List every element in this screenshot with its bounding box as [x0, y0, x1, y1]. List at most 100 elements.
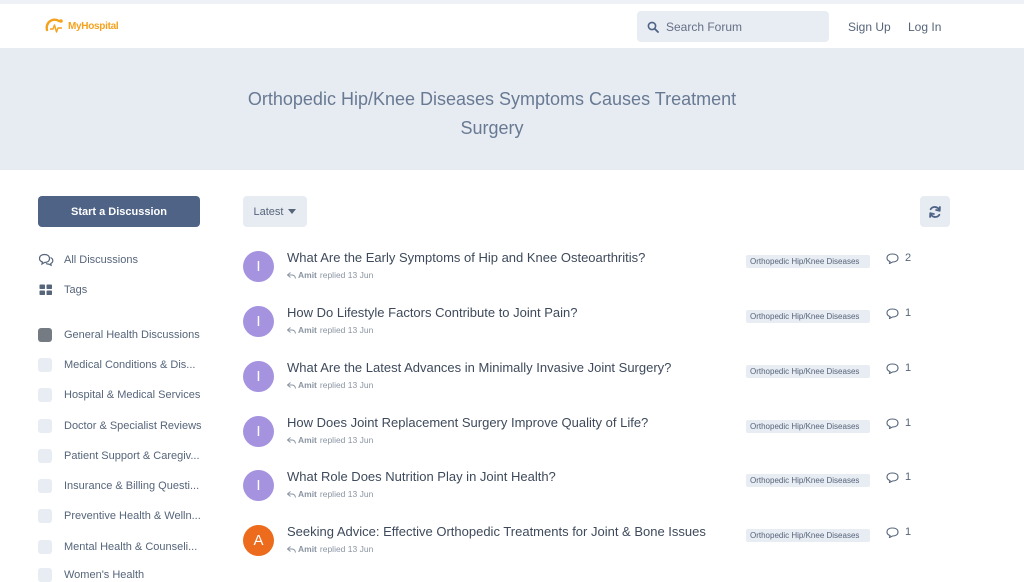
reply-action: replied — [319, 325, 346, 335]
reply-count-value: 1 — [905, 526, 912, 538]
sign-up-link[interactable]: Sign Up — [848, 20, 891, 34]
reply-count: 1 — [886, 526, 911, 538]
reply-user[interactable]: Amit — [298, 325, 317, 335]
header: MyHospital Sign Up Log In — [0, 4, 1024, 48]
discussion-row[interactable]: I How Does Joint Replacement Surgery Imp… — [243, 413, 923, 453]
reply-date: 13 Jun — [347, 544, 374, 554]
sidebar-tag-hospital-services[interactable]: Hospital & Medical Services — [38, 388, 200, 402]
avatar[interactable]: I — [243, 470, 274, 501]
discussion-tag[interactable]: Orthopedic Hip/Knee Diseases — [746, 255, 870, 268]
sidebar-item-all-discussions[interactable]: All Discussions — [38, 252, 138, 268]
reply-action: replied — [319, 380, 346, 390]
discussion-title[interactable]: How Does Joint Replacement Surgery Impro… — [287, 415, 648, 430]
log-in-link[interactable]: Log In — [908, 20, 941, 34]
sidebar-tag-label: Insurance & Billing Questi... — [64, 480, 200, 492]
discussion-title[interactable]: What Role Does Nutrition Play in Joint H… — [287, 469, 556, 484]
reply-icon — [287, 326, 296, 334]
sidebar-tag-medical-conditions[interactable]: Medical Conditions & Dis... — [38, 358, 195, 372]
sidebar-item-label: All Discussions — [64, 254, 138, 266]
reply-icon — [287, 545, 296, 553]
discussion-meta: Amit replied 13 Jun — [287, 325, 373, 335]
sidebar-tag-general-health[interactable]: General Health Discussions — [38, 328, 200, 342]
start-discussion-button[interactable]: Start a Discussion — [38, 196, 200, 227]
sidebar-item-tags[interactable]: Tags — [38, 282, 87, 298]
avatar[interactable]: I — [243, 361, 274, 392]
reply-action: replied — [319, 544, 346, 554]
sidebar-tag-patient-support[interactable]: Patient Support & Caregiv... — [38, 449, 200, 463]
logo[interactable]: MyHospital — [44, 16, 119, 36]
reply-action: replied — [319, 270, 346, 280]
tag-color-swatch — [38, 419, 52, 433]
discussion-row[interactable]: A Seeking Advice: Effective Orthopedic T… — [243, 522, 923, 562]
reply-user[interactable]: Amit — [298, 270, 317, 280]
tag-color-swatch — [38, 540, 52, 554]
reply-user[interactable]: Amit — [298, 435, 317, 445]
search-input[interactable] — [666, 19, 816, 34]
discussion-title[interactable]: How Do Lifestyle Factors Contribute to J… — [287, 305, 577, 320]
sidebar-tag-womens-health[interactable]: Women's Health — [38, 568, 144, 582]
avatar[interactable]: I — [243, 306, 274, 337]
discussion-tag[interactable]: Orthopedic Hip/Knee Diseases — [746, 365, 870, 378]
reply-count-value: 1 — [905, 362, 912, 374]
sidebar-tag-doctor-reviews[interactable]: Doctor & Specialist Reviews — [38, 419, 202, 433]
avatar[interactable]: A — [243, 525, 274, 556]
reply-count-value: 2 — [905, 252, 912, 264]
sidebar-tag-label: Preventive Health & Welln... — [64, 510, 201, 522]
tag-color-swatch — [38, 568, 52, 582]
tag-color-swatch — [38, 449, 52, 463]
refresh-button[interactable] — [920, 196, 950, 227]
reply-date: 13 Jun — [347, 489, 374, 499]
tag-color-swatch — [38, 509, 52, 523]
logo-text: MyHospital — [68, 20, 119, 32]
discussion-tag[interactable]: Orthopedic Hip/Knee Diseases — [746, 529, 870, 542]
sidebar-tag-insurance-billing[interactable]: Insurance & Billing Questi... — [38, 479, 199, 493]
discussion-title[interactable]: What Are the Latest Advances in Minimall… — [287, 360, 671, 375]
avatar[interactable]: I — [243, 251, 274, 282]
search-icon — [647, 21, 659, 33]
reply-date: 13 Jun — [347, 325, 374, 335]
sidebar-tag-preventive-health[interactable]: Preventive Health & Welln... — [38, 509, 201, 523]
reply-count-value: 1 — [905, 307, 912, 319]
sidebar-tag-label: Doctor & Specialist Reviews — [64, 420, 202, 432]
search-box[interactable] — [637, 11, 829, 42]
reply-user[interactable]: Amit — [298, 380, 317, 390]
avatar[interactable]: I — [243, 416, 274, 447]
reply-icon — [287, 490, 296, 498]
logo-icon — [45, 18, 63, 33]
sidebar-item-label: Tags — [64, 284, 88, 296]
refresh-icon — [929, 205, 941, 218]
comment-icon — [886, 307, 899, 319]
sidebar-tag-label: Hospital & Medical Services — [64, 389, 201, 401]
discussion-title[interactable]: What Are the Early Symptoms of Hip and K… — [287, 250, 645, 265]
reply-user[interactable]: Amit — [298, 544, 317, 554]
tags-icon — [38, 282, 54, 298]
discussion-meta: Amit replied 13 Jun — [287, 435, 373, 445]
discussion-tag[interactable]: Orthopedic Hip/Knee Diseases — [746, 474, 870, 487]
sidebar-tag-mental-health[interactable]: Mental Health & Counseli... — [38, 540, 197, 554]
discussion-meta: Amit replied 13 Jun — [287, 380, 373, 390]
discussion-tag[interactable]: Orthopedic Hip/Knee Diseases — [746, 420, 870, 433]
sidebar-tag-label: Medical Conditions & Dis... — [64, 359, 196, 371]
reply-count: 2 — [886, 252, 911, 264]
sidebar-tag-label: General Health Discussions — [64, 329, 200, 341]
comment-icon — [886, 417, 899, 429]
discussion-tag[interactable]: Orthopedic Hip/Knee Diseases — [746, 310, 870, 323]
reply-icon — [287, 436, 296, 444]
discussions-icon — [38, 252, 54, 268]
comment-icon — [886, 252, 899, 264]
comment-icon — [886, 471, 899, 483]
discussion-row[interactable]: I What Role Does Nutrition Play in Joint… — [243, 467, 923, 507]
reply-count-value: 1 — [905, 417, 912, 429]
reply-user[interactable]: Amit — [298, 489, 317, 499]
tag-color-swatch — [38, 388, 52, 402]
discussion-row[interactable]: I How Do Lifestyle Factors Contribute to… — [243, 303, 923, 343]
discussion-row[interactable]: I What Are the Early Symptoms of Hip and… — [243, 248, 923, 288]
reply-icon — [287, 381, 296, 389]
reply-count: 1 — [886, 362, 911, 374]
discussion-row[interactable]: I What Are the Latest Advances in Minima… — [243, 358, 923, 398]
page-title: Orthopedic Hip/Knee Diseases Symptoms Ca… — [247, 89, 737, 138]
sort-dropdown[interactable]: Latest — [243, 196, 307, 227]
discussion-title[interactable]: Seeking Advice: Effective Orthopedic Tre… — [287, 524, 706, 539]
reply-count: 1 — [886, 471, 911, 483]
comment-icon — [886, 526, 899, 538]
